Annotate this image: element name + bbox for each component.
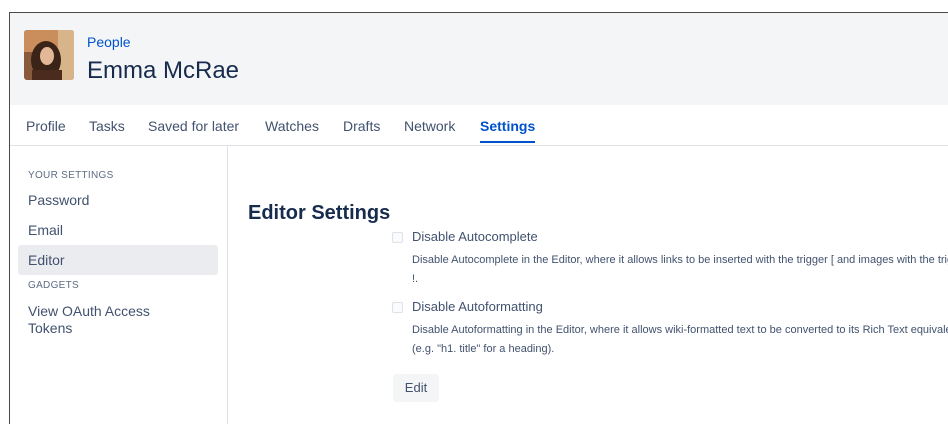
- editor-settings-title: Editor Settings: [248, 202, 391, 224]
- disable-autoformatting-description: Disable Autoformatting in the Editor, wh…: [412, 324, 948, 355]
- disable-autocomplete-checkbox[interactable]: [392, 232, 403, 243]
- settings-sidebar: YOUR SETTINGS Password Email Editor GADG…: [10, 146, 228, 424]
- disable-autocomplete-label: Disable Autocomplete: [412, 229, 538, 244]
- disable-autoformatting-checkbox[interactable]: [392, 302, 403, 313]
- gadgets-heading: GADGETS: [28, 280, 79, 291]
- tab-drafts[interactable]: Drafts: [343, 118, 380, 141]
- tab-profile[interactable]: Profile: [26, 118, 66, 141]
- sidebar-item-email[interactable]: Email: [18, 222, 218, 239]
- tab-network[interactable]: Network: [404, 118, 455, 141]
- tab-tasks[interactable]: Tasks: [89, 118, 125, 141]
- disable-autoformatting-label: Disable Autoformatting: [412, 299, 543, 314]
- tab-watches[interactable]: Watches: [265, 118, 319, 141]
- tab-settings[interactable]: Settings: [480, 118, 536, 143]
- your-settings-heading: YOUR SETTINGS: [28, 170, 114, 181]
- page-title: Emma McRae: [87, 57, 240, 84]
- edit-button[interactable]: Edit: [393, 374, 439, 402]
- sidebar-item-view-oauth-access-tokens[interactable]: View OAuth Access Tokens: [18, 303, 188, 337]
- profile-header: People Emma McRae: [10, 13, 948, 105]
- app-window: People Emma McRae Profile Tasks Saved fo…: [9, 12, 948, 424]
- breadcrumb-people[interactable]: People: [87, 34, 131, 50]
- avatar[interactable]: [24, 30, 74, 80]
- profile-tabs: Profile Tasks Saved for later Watches Dr…: [10, 105, 948, 146]
- sidebar-item-password[interactable]: Password: [18, 192, 218, 209]
- tab-saved-for-later[interactable]: Saved for later: [148, 118, 239, 141]
- sidebar-item-editor[interactable]: Editor: [18, 245, 218, 275]
- disable-autocomplete-description: Disable Autocomplete in the Editor, wher…: [412, 254, 948, 285]
